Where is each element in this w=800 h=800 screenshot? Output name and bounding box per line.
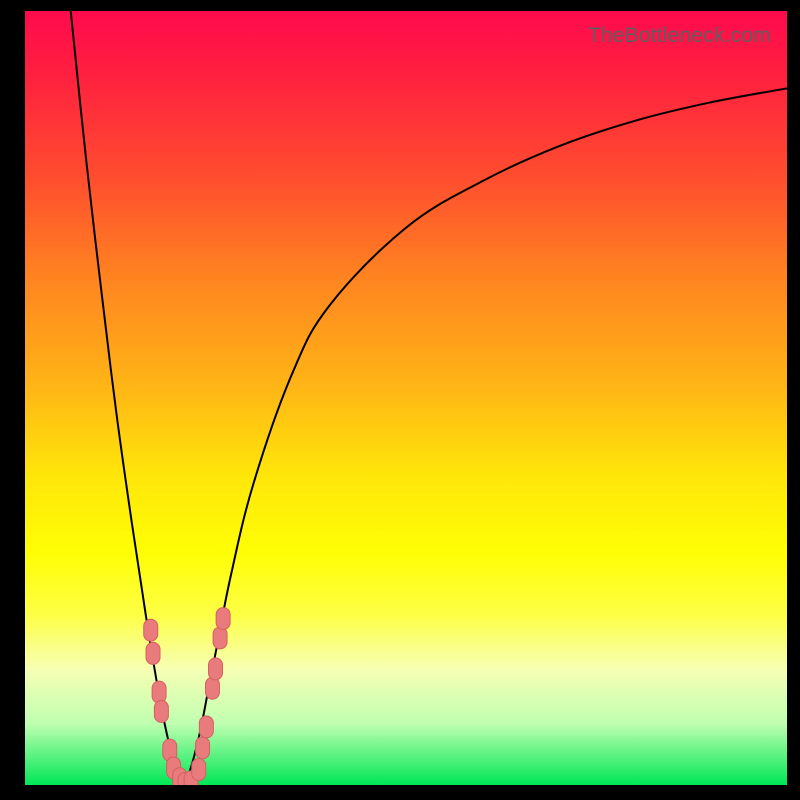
data-point-marker xyxy=(199,716,213,738)
data-point-marker xyxy=(154,700,168,722)
watermark-text: TheBottleneck.com xyxy=(588,24,771,48)
data-point-marker xyxy=(209,658,223,680)
chart-frame: TheBottleneck.com xyxy=(0,0,800,800)
marker-group xyxy=(144,608,230,785)
data-point-marker xyxy=(146,642,160,664)
data-point-markers xyxy=(25,11,787,785)
plot-area: TheBottleneck.com xyxy=(25,11,787,785)
data-point-marker xyxy=(152,681,166,703)
data-point-marker xyxy=(205,677,219,699)
data-point-marker xyxy=(192,759,206,781)
data-point-marker xyxy=(213,627,227,649)
data-point-marker xyxy=(144,619,158,641)
data-point-marker xyxy=(196,737,210,759)
data-point-marker xyxy=(216,608,230,630)
